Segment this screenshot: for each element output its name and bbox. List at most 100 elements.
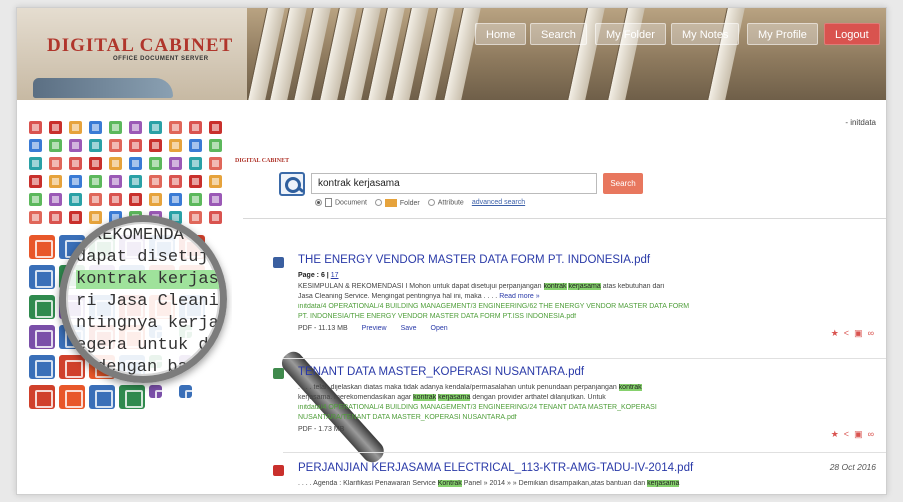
file-type-icon	[29, 157, 42, 170]
result-snippet: KESIMPULAN & REKOMENDASI I Mohon untuk d…	[298, 283, 665, 290]
magnifier-line: REKOMENDA	[92, 226, 184, 245]
binoculars-icon[interactable]: ∞	[868, 329, 874, 338]
search-icon	[279, 172, 305, 196]
result-separator	[283, 452, 886, 453]
preview-link[interactable]: Preview	[362, 325, 387, 332]
page-link[interactable]: 17	[331, 272, 339, 279]
file-type-icon	[29, 193, 42, 206]
office-app-icon	[29, 355, 55, 379]
logout-button[interactable]: Logout	[824, 23, 880, 45]
file-type-icon	[49, 193, 62, 206]
office-app-icon	[149, 385, 173, 408]
app-logo[interactable]: DIGITAL CABINET	[47, 35, 233, 57]
file-type-icon	[109, 139, 122, 152]
file-type-icon	[209, 175, 222, 188]
file-type-icon	[169, 193, 182, 206]
office-app-icon	[29, 265, 55, 289]
file-type-icon	[189, 211, 202, 224]
file-type-icon	[69, 121, 82, 134]
option-folder[interactable]: Folder	[374, 198, 420, 207]
save-link[interactable]: Save	[401, 325, 417, 332]
nav-my-folder[interactable]: My Folder	[595, 23, 666, 45]
advanced-search-link[interactable]: advanced search	[472, 199, 525, 206]
search-button[interactable]: Search	[603, 173, 643, 194]
office-app-icon	[89, 385, 115, 409]
note-icon[interactable]: ▣	[854, 430, 863, 439]
file-type-icon	[129, 139, 142, 152]
star-icon[interactable]: ★	[831, 329, 839, 338]
mini-logo: DIGITAL CABINET	[235, 158, 290, 164]
file-type-icon	[149, 139, 162, 152]
file-type-icon	[49, 139, 62, 152]
office-app-icon	[59, 385, 85, 409]
pdf-file-icon	[273, 465, 284, 476]
magnifier-line-highlight: kontrak kerjasama	[76, 270, 220, 289]
share-icon[interactable]: <	[844, 329, 849, 338]
magnifier-line: ntingnya kerjasama	[76, 314, 227, 333]
office-app-icon	[59, 355, 85, 379]
magnifier-line: dapat disetujui per	[76, 248, 227, 267]
search-input[interactable]	[311, 173, 597, 194]
app-frame: DIGITAL CABINET OFFICE DOCUMENT SERVER H…	[16, 7, 887, 495]
file-type-icon	[69, 211, 82, 224]
file-type-icon	[29, 211, 42, 224]
file-type-icon	[189, 157, 202, 170]
divider	[243, 218, 886, 219]
result-item: THE ENERGY VENDOR MASTER DATA FORM PT. I…	[243, 252, 886, 352]
office-app-icon	[29, 235, 55, 259]
file-type-icon	[149, 157, 162, 170]
share-icon[interactable]: <	[844, 430, 849, 439]
search-scope-options: Document Folder Attribute advanced searc…	[315, 198, 525, 207]
logo-area: DIGITAL CABINET OFFICE DOCUMENT SERVER	[17, 8, 247, 100]
result-item: TENANT DATA MASTER_KOPERASI NUSANTARA.pd…	[243, 364, 886, 454]
radio-selected-icon[interactable]	[315, 199, 322, 206]
left-decorative-panel: REKOMENDA dapat disetujui per kontrak ke…	[25, 115, 232, 490]
note-icon[interactable]: ▣	[854, 329, 863, 338]
file-type-icon	[69, 139, 82, 152]
result-title[interactable]: THE ENERGY VENDOR MASTER DATA FORM PT. I…	[298, 254, 650, 266]
file-type-icon	[169, 157, 182, 170]
file-type-icon	[89, 175, 102, 188]
file-type-icon	[209, 121, 222, 134]
file-type-icon	[29, 121, 42, 134]
option-attribute-label: Attribute	[437, 199, 464, 207]
user-label: - initdata	[845, 118, 876, 127]
file-type-icon	[169, 121, 182, 134]
read-more-link[interactable]: Read more »	[499, 293, 539, 300]
file-type-icon	[29, 175, 42, 188]
app-logo-subtitle: OFFICE DOCUMENT SERVER	[113, 56, 209, 62]
nav-my-profile[interactable]: My Profile	[747, 23, 818, 45]
file-type-icon	[89, 121, 102, 134]
file-type-icon	[149, 121, 162, 134]
result-snippet: . . . . telah dijelaskan diatas maka tid…	[298, 384, 642, 391]
pdf-file-icon	[273, 257, 284, 268]
option-document[interactable]: Document	[315, 198, 367, 207]
result-snippet: kerjasama. merekomendasikan agar kontrak…	[298, 394, 606, 401]
file-type-icon	[189, 139, 202, 152]
result-path: initdata/4 OPERATIONAL/4 BUILDING MANAGE…	[298, 303, 690, 310]
result-path: NUSANTARA/TENANT DATA MASTER_KOPERASI NU…	[298, 414, 517, 421]
star-icon[interactable]: ★	[831, 430, 839, 439]
nav-search[interactable]: Search	[530, 23, 587, 45]
nav-my-notes[interactable]: My Notes	[671, 23, 740, 45]
binoculars-icon[interactable]: ∞	[868, 430, 874, 439]
file-type-icon	[189, 193, 202, 206]
open-link[interactable]: Open	[431, 325, 448, 332]
option-attribute[interactable]: Attribute	[427, 198, 464, 207]
file-type-icon	[89, 211, 102, 224]
file-type-icon	[89, 157, 102, 170]
radio-icon[interactable]	[427, 198, 435, 206]
magnifier-line: ri Jasa Cleaning Ser	[76, 292, 220, 311]
header-banner: DIGITAL CABINET OFFICE DOCUMENT SERVER H…	[17, 8, 886, 100]
result-title[interactable]: PERJANJIAN KERJASAMA ELECTRICAL_113-KTR-…	[298, 462, 693, 474]
hand-image	[33, 78, 173, 98]
option-document-label: Document	[335, 199, 367, 207]
office-app-icon	[29, 385, 55, 409]
file-type-icon	[109, 157, 122, 170]
document-icon	[325, 198, 332, 207]
file-type-icon	[89, 193, 102, 206]
nav-home[interactable]: Home	[475, 23, 527, 45]
radio-icon[interactable]	[374, 199, 382, 206]
office-app-icon	[29, 295, 55, 319]
result-title[interactable]: TENANT DATA MASTER_KOPERASI NUSANTARA.pd…	[298, 366, 584, 378]
